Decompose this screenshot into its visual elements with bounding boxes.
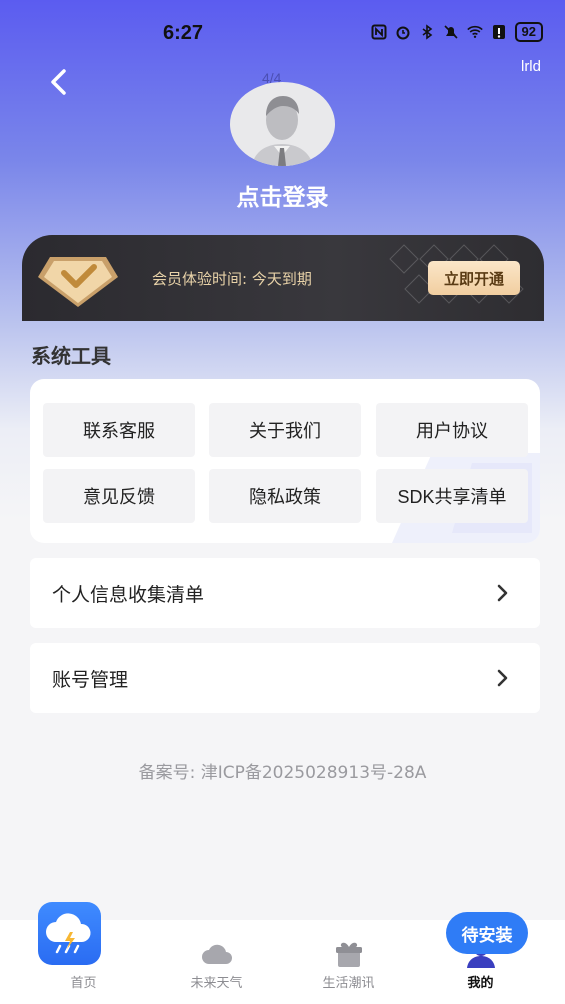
chevron-right-icon	[497, 669, 508, 687]
nav-label: 首页	[70, 976, 97, 991]
vip-open-button[interactable]: 立即开通	[428, 261, 520, 295]
tool-contact-service[interactable]: 联系客服	[43, 403, 195, 457]
rain-cloud-icon	[46, 913, 91, 954]
gift-box-icon	[335, 942, 362, 967]
vip-expiry-text: 会员体验时间: 今天到期	[152, 270, 312, 288]
nav-label: 未来天气	[190, 976, 243, 991]
nav-item-future-weather[interactable]: 未来天气	[146, 920, 287, 1004]
user-avatar-icon	[252, 96, 313, 166]
tool-sdk-sharing-list[interactable]: SDK共享清单	[376, 469, 528, 523]
tool-about-us[interactable]: 关于我们	[209, 403, 361, 457]
list-item-label: 个人信息收集清单	[52, 583, 205, 606]
chevron-right-icon	[497, 584, 508, 602]
app-floating-icon[interactable]	[38, 902, 101, 965]
wifi-icon	[466, 24, 483, 40]
avatar[interactable]	[230, 82, 335, 166]
alert-icon	[491, 24, 507, 40]
bluetooth-icon	[419, 24, 435, 40]
tool-feedback[interactable]: 意见反馈	[43, 469, 195, 523]
back-arrow-icon	[51, 69, 66, 95]
vip-crown-icon	[36, 245, 120, 309]
status-icons: 92	[371, 22, 543, 42]
personal-info-list-row[interactable]: 个人信息收集清单	[30, 558, 540, 628]
tool-privacy-policy[interactable]: 隐私政策	[209, 469, 361, 523]
mute-bell-icon	[443, 24, 459, 40]
language-label[interactable]: lrld	[521, 58, 541, 75]
account-management-row[interactable]: 账号管理	[30, 643, 540, 713]
battery-indicator: 92	[514, 22, 543, 42]
icp-record[interactable]: 备案号: 津ICP备2025028913号-28A	[0, 758, 565, 783]
alarm-icon	[395, 24, 411, 40]
install-button[interactable]: 待安装	[446, 912, 528, 954]
nav-item-life-news[interactable]: 生活潮讯	[278, 920, 419, 1004]
tools-section-title: 系统工具	[31, 344, 111, 368]
status-bar: 6:27 92	[0, 0, 565, 66]
nav-label: 我的	[467, 976, 494, 991]
back-button[interactable]	[44, 66, 76, 98]
nav-label: 生活潮讯	[322, 976, 375, 991]
vip-banner[interactable]: 会员体验时间: 今天到期 立即开通	[22, 235, 544, 321]
tool-user-agreement[interactable]: 用户协议	[376, 403, 528, 457]
list-item-label: 账号管理	[52, 668, 129, 691]
status-time: 6:27	[163, 22, 204, 44]
cloud-icon	[201, 944, 232, 964]
login-prompt[interactable]: 点击登录	[0, 178, 565, 212]
nfc-icon	[371, 24, 387, 40]
tools-card: 联系客服 关于我们 用户协议 意见反馈 隐私政策 SDK共享清单	[30, 379, 540, 543]
